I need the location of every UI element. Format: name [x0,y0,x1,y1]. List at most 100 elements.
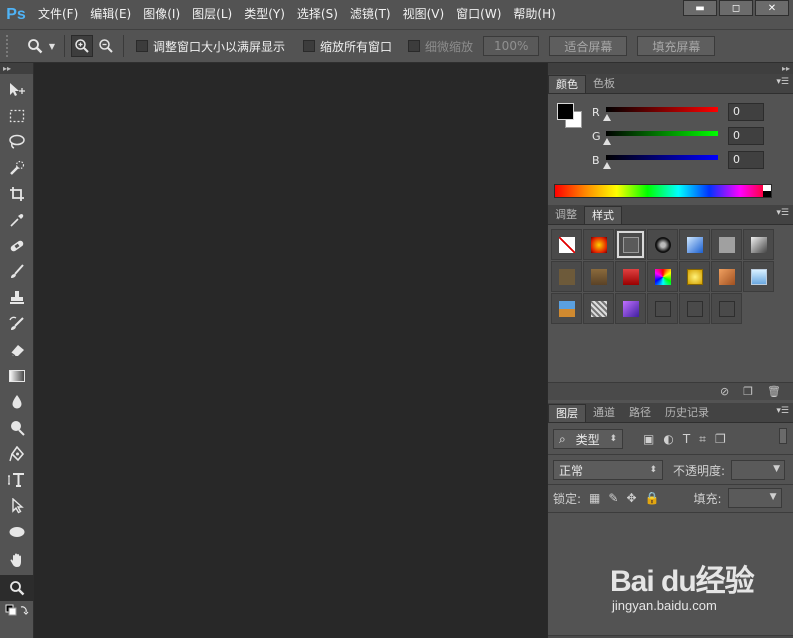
style-swatch[interactable] [615,261,646,292]
style-swatch[interactable] [647,229,678,260]
style-swatch[interactable] [647,261,678,292]
menu-filter[interactable]: 滤镜(T) [344,0,397,29]
type-layer-filter-icon[interactable]: T [683,432,690,446]
zoom-tool-preset-icon[interactable] [24,35,46,57]
brush-tool-icon[interactable] [0,259,34,285]
tab-styles[interactable]: 样式 [584,206,622,224]
style-swatch[interactable] [615,293,646,324]
zoom-100-button[interactable]: 100% [483,36,540,56]
tab-color[interactable]: 颜色 [548,75,586,93]
blue-channel-slider[interactable] [603,154,718,169]
zoom-tool-icon[interactable] [0,575,34,601]
tab-adjustments[interactable]: 调整 [548,206,584,224]
style-swatch[interactable] [679,293,710,324]
menu-view[interactable]: 视图(V) [397,0,451,29]
zoom-out-icon[interactable] [95,35,117,57]
green-value-input[interactable]: 0 [728,127,764,145]
style-swatch[interactable] [583,261,614,292]
menu-edit[interactable]: 编辑(E) [84,0,137,29]
new-style-icon[interactable]: ❐ [743,385,753,398]
style-swatch[interactable] [679,261,710,292]
layer-filter-dropdown[interactable]: ⌕ 类型 ⬍ [553,429,623,449]
style-swatch[interactable] [583,293,614,324]
pen-tool-icon[interactable] [0,441,34,467]
tab-paths[interactable]: 路径 [622,404,658,422]
tab-channels[interactable]: 通道 [586,404,622,422]
style-swatch[interactable] [551,261,582,292]
checkbox-box[interactable] [303,40,316,52]
slider-thumb[interactable] [603,137,611,145]
lock-all-icon[interactable]: 🔒 [645,491,660,505]
foreground-background-swatch-icon[interactable] [0,601,34,619]
blue-value-input[interactable]: 0 [728,151,764,169]
menu-help[interactable]: 帮助(H) [507,0,561,29]
options-bar-grip[interactable] [6,35,14,57]
menu-image[interactable]: 图像(I) [137,0,186,29]
black-white-ramp[interactable] [763,185,771,197]
style-swatch[interactable] [743,229,774,260]
resize-windows-checkbox[interactable]: 调整窗口大小以满屏显示 [136,38,285,55]
gradient-tool-icon[interactable] [0,363,34,389]
style-swatch[interactable] [711,293,742,324]
color-spectrum-bar[interactable] [554,184,772,198]
pixel-layer-filter-icon[interactable]: ▣ [643,432,654,446]
document-canvas-area[interactable] [35,63,546,638]
style-swatch-none[interactable] [551,229,582,260]
marquee-tool-icon[interactable] [0,103,34,129]
delete-style-icon[interactable]: 🗑 [767,385,781,398]
foreground-color-swatch[interactable] [557,103,574,120]
panel-dock-collapse-toggle[interactable]: ▸▸ [548,63,793,74]
style-swatch[interactable] [647,293,678,324]
red-channel-slider[interactable] [603,106,718,121]
menu-file[interactable]: 文件(F) [32,0,84,29]
lock-position-icon[interactable]: ✥ [626,491,636,505]
fill-screen-button[interactable]: 填充屏幕 [637,36,716,56]
chevron-down-icon[interactable]: ▼ [46,35,58,57]
lasso-tool-icon[interactable] [0,129,34,155]
menu-layer[interactable]: 图层(L) [186,0,238,29]
zoom-all-windows-checkbox[interactable]: 缩放所有窗口 [303,38,392,55]
opacity-input[interactable]: ▼ [731,460,786,480]
slider-thumb[interactable] [603,113,611,121]
shape-layer-filter-icon[interactable]: ⌗ [699,432,706,447]
style-swatch[interactable] [679,229,710,260]
clear-style-icon[interactable]: ⊘ [720,385,729,398]
adjustment-layer-filter-icon[interactable]: ◐ [663,432,673,446]
style-swatch[interactable] [743,261,774,292]
move-tool-icon[interactable] [0,77,34,103]
eraser-tool-icon[interactable] [0,337,34,363]
red-value-input[interactable]: 0 [728,103,764,121]
panel-menu-icon[interactable]: ▾☰ [776,208,789,218]
checkbox-box[interactable] [136,40,148,52]
blur-tool-icon[interactable] [0,389,34,415]
green-channel-slider[interactable] [603,130,718,145]
ellipse-tool-icon[interactable] [0,519,34,545]
dodge-tool-icon[interactable] [0,415,34,441]
checkbox-box[interactable] [408,40,421,52]
panel-menu-icon[interactable]: ▾☰ [776,406,789,416]
zoom-in-icon[interactable] [71,35,93,57]
smart-object-filter-icon[interactable]: ❐ [715,432,726,446]
tools-collapse-toggle[interactable]: ▸▸ [0,63,33,74]
clone-stamp-tool-icon[interactable] [0,285,34,311]
tab-layers[interactable]: 图层 [548,404,586,422]
quick-selection-tool-icon[interactable] [0,155,34,181]
path-selection-tool-icon[interactable] [0,493,34,519]
hand-tool-icon[interactable] [0,547,34,573]
healing-brush-tool-icon[interactable] [0,233,34,259]
scrubby-zoom-checkbox[interactable]: 细微缩放 [408,38,473,55]
filter-toggle-switch[interactable] [779,428,787,444]
type-tool-icon[interactable] [0,467,34,493]
lock-image-pixels-icon[interactable]: ✎ [608,491,618,505]
style-swatch[interactable] [711,229,742,260]
tab-swatches[interactable]: 色板 [586,75,622,93]
chevron-down-icon[interactable]: ▼ [770,492,777,502]
panel-menu-icon[interactable]: ▾☰ [776,77,789,87]
lock-transparent-pixels-icon[interactable]: ▦ [589,491,600,505]
style-swatch[interactable] [551,293,582,324]
chevron-down-icon[interactable]: ▼ [773,464,780,474]
fit-screen-button[interactable]: 适合屏幕 [549,36,628,56]
close-button[interactable]: ✕ [755,0,789,16]
menu-window[interactable]: 窗口(W) [450,0,507,29]
style-swatch-selected[interactable] [615,229,646,260]
